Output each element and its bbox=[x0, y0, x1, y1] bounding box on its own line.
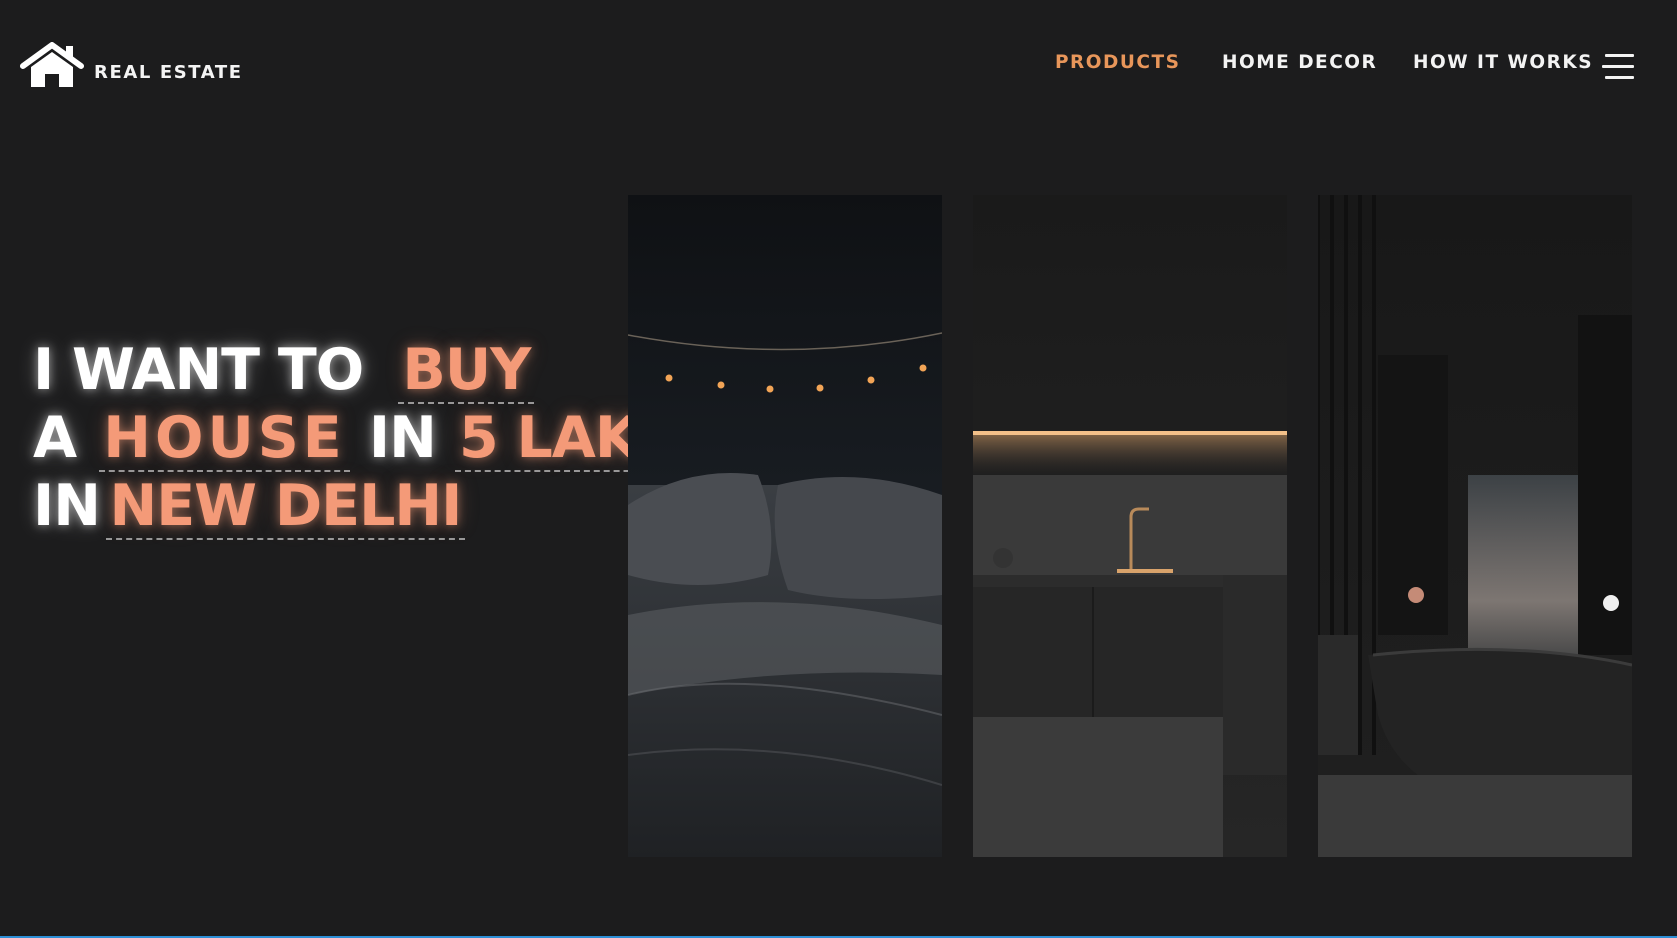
hero-text: I WANT TO bbox=[33, 337, 364, 403]
nav-home-decor-link[interactable]: HOME DECOR bbox=[1222, 52, 1377, 73]
hero-line-1: I WANT TO BUY bbox=[33, 338, 593, 406]
landing-page: REAL ESTATE PRODUCTS HOME DECOR HOW IT W… bbox=[0, 0, 1677, 938]
kitchen-photo[interactable] bbox=[973, 195, 1287, 857]
hero-text: IN bbox=[368, 405, 437, 471]
hero-highlight-house: HOUSE bbox=[99, 406, 350, 472]
bedroom-image bbox=[628, 195, 942, 857]
hamburger-menu-icon[interactable] bbox=[1602, 54, 1634, 80]
hero-text: IN bbox=[33, 473, 101, 539]
bathroom-image bbox=[1318, 195, 1632, 857]
hero-headline: I WANT TO BUY A HOUSE IN 5 LAKH IN NEW D… bbox=[33, 338, 689, 542]
hero-text: A bbox=[33, 405, 77, 471]
main-nav: PRODUCTS HOME DECOR HOW IT WORKS bbox=[0, 52, 1677, 82]
nav-products-link[interactable]: PRODUCTS bbox=[1055, 52, 1180, 73]
hero-highlight-city: NEW DELHI bbox=[105, 474, 466, 540]
bathroom-photo[interactable] bbox=[1318, 195, 1632, 857]
hero-line-3: IN NEW DELHI bbox=[33, 474, 593, 542]
hero-highlight-buy: BUY bbox=[398, 338, 535, 404]
kitchen-image bbox=[973, 195, 1287, 857]
hero-line-2: A HOUSE IN 5 LAKH bbox=[33, 405, 689, 474]
nav-how-it-works-link[interactable]: HOW IT WORKS bbox=[1413, 52, 1593, 73]
bedroom-photo[interactable] bbox=[628, 195, 942, 857]
